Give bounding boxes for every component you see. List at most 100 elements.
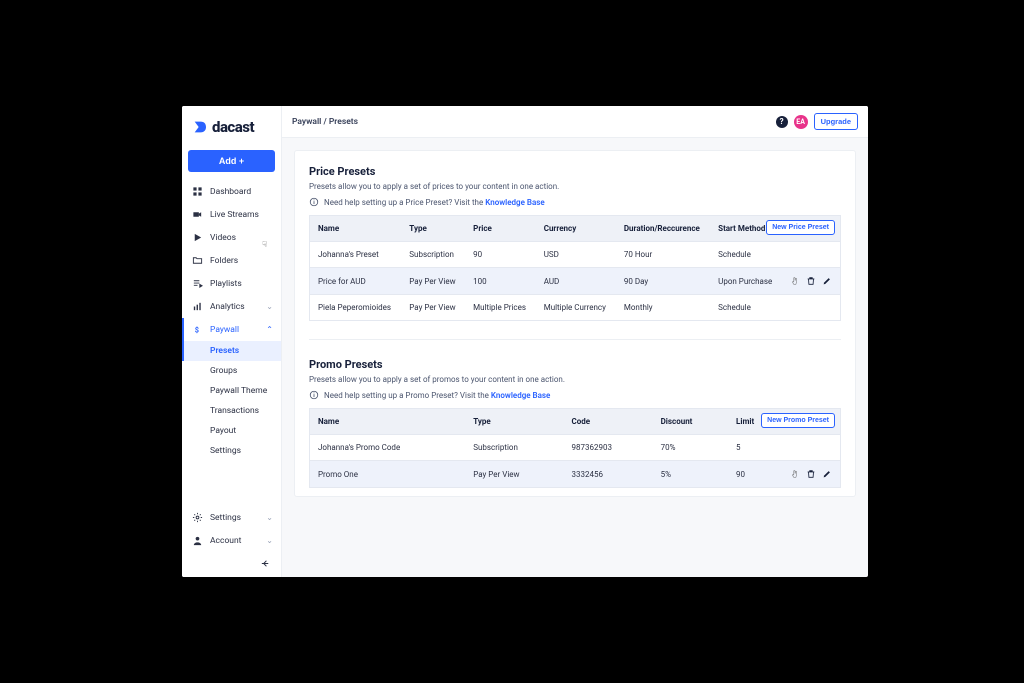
table-cell: Upon Purchase: [710, 268, 782, 295]
sidebar-item-label: Dashboard: [210, 187, 251, 197]
table-cell: USD: [536, 242, 616, 268]
sidebar-item-videos[interactable]: Videos ☟: [182, 226, 281, 249]
logo[interactable]: dacast: [182, 106, 281, 146]
sidebar-item-settings[interactable]: Settings ⌄: [182, 506, 281, 529]
table-cell: AUD: [536, 268, 616, 295]
avatar[interactable]: EA: [794, 115, 808, 129]
col-header: Discount: [653, 409, 728, 435]
chevron-down-icon: ⌄: [266, 513, 273, 522]
sidebar-collapse-button[interactable]: [182, 552, 281, 569]
submenu-payout[interactable]: Payout: [182, 421, 281, 441]
price-presets-section: Price Presets Presets allow you to apply…: [309, 165, 841, 321]
chevron-up-icon: ⌃: [266, 325, 273, 334]
section-divider: [309, 339, 841, 340]
col-header: Currency: [536, 216, 616, 242]
table-cell: Price for AUD: [310, 268, 402, 295]
arrow-left-icon: [260, 558, 271, 569]
price-kb-link[interactable]: Knowledge Base: [485, 198, 544, 207]
row-actions: [782, 435, 841, 461]
trash-icon[interactable]: [806, 469, 816, 479]
info-icon: [309, 197, 319, 207]
svg-text:$: $: [194, 325, 198, 334]
main-area: Paywall / Presets ? EA Upgrade Price Pre…: [282, 106, 868, 577]
table-row[interactable]: Johanna's PresetSubscription90USD70 Hour…: [310, 242, 841, 268]
row-actions: [782, 268, 841, 295]
table-cell: Subscription: [401, 242, 465, 268]
submenu-transactions[interactable]: Transactions: [182, 401, 281, 421]
table-cell: Multiple Prices: [465, 295, 536, 321]
table-row[interactable]: Johanna's Promo CodeSubscription98736290…: [310, 435, 841, 461]
row-actions: [782, 295, 841, 321]
app-window: dacast Add + Dashboard Live Streams Vide…: [182, 106, 868, 577]
playlist-icon: [190, 278, 204, 289]
promo-title: Promo Presets: [309, 358, 841, 371]
sidebar-item-livestreams[interactable]: Live Streams: [182, 203, 281, 226]
help-icon[interactable]: ?: [776, 116, 788, 128]
col-header: Name: [310, 409, 466, 435]
content: Price Presets Presets allow you to apply…: [282, 138, 868, 509]
sidebar-item-label: Videos: [210, 233, 236, 243]
sidebar-item-dashboard[interactable]: Dashboard: [182, 180, 281, 203]
edit-icon[interactable]: [822, 276, 832, 286]
table-cell: Johanna's Promo Code: [310, 435, 466, 461]
col-header: Type: [465, 409, 563, 435]
promo-presets-section: Promo Presets Presets allow you to apply…: [309, 358, 841, 488]
topbar: Paywall / Presets ? EA Upgrade: [282, 106, 868, 138]
price-desc: Presets allow you to apply a set of pric…: [309, 182, 841, 191]
new-promo-preset-button[interactable]: New Promo Preset: [761, 413, 835, 428]
sidebar-item-playlists[interactable]: Playlists: [182, 272, 281, 295]
table-cell: 90: [465, 242, 536, 268]
presets-card: Price Presets Presets allow you to apply…: [294, 150, 856, 497]
camera-icon: [190, 209, 204, 220]
promo-kb-link[interactable]: Knowledge Base: [491, 391, 550, 400]
trash-icon[interactable]: [806, 276, 816, 286]
sidebar-item-label: Analytics: [210, 302, 245, 312]
table-row[interactable]: Price for AUDPay Per View100AUD90 DayUpo…: [310, 268, 841, 295]
promo-table-wrap: New Promo Preset NameTypeCodeDiscountLim…: [309, 408, 841, 488]
nav-footer: Settings ⌄ Account ⌄: [182, 506, 281, 552]
table-cell: 70%: [653, 435, 728, 461]
submenu-groups[interactable]: Groups: [182, 361, 281, 381]
submenu-presets[interactable]: Presets: [182, 341, 281, 361]
table-cell: 100: [465, 268, 536, 295]
add-button[interactable]: Add +: [188, 150, 275, 172]
info-icon: [309, 390, 319, 400]
table-row[interactable]: Promo OnePay Per View33324565%90: [310, 461, 841, 488]
new-price-preset-button[interactable]: New Price Preset: [766, 220, 835, 235]
user-icon: [190, 535, 204, 546]
table-cell: Piela Peperomioides: [310, 295, 402, 321]
table-cell: 5%: [653, 461, 728, 488]
price-help-row: Need help setting up a Price Preset? Vis…: [309, 197, 841, 207]
sidebar-item-folders[interactable]: Folders: [182, 249, 281, 272]
edit-icon[interactable]: [822, 469, 832, 479]
folder-icon: [190, 255, 204, 266]
cursor-hand-icon: [790, 469, 800, 479]
submenu-settings[interactable]: Settings: [182, 441, 281, 461]
col-header: Duration/Reccurence: [616, 216, 710, 242]
table-cell: 987362903: [564, 435, 653, 461]
chevron-down-icon: ⌄: [266, 302, 273, 311]
table-cell: Johanna's Preset: [310, 242, 402, 268]
table-cell: Subscription: [465, 435, 563, 461]
sidebar-item-account[interactable]: Account ⌄: [182, 529, 281, 552]
table-cell: Promo One: [310, 461, 466, 488]
table-cell: 90: [728, 461, 782, 488]
cursor-hand-icon: [790, 276, 800, 286]
table-row[interactable]: Piela PeperomioidesPay Per ViewMultiple …: [310, 295, 841, 321]
play-icon: [190, 232, 204, 243]
gear-icon: [190, 512, 204, 523]
sidebar: dacast Add + Dashboard Live Streams Vide…: [182, 106, 282, 577]
sidebar-item-label: Live Streams: [210, 210, 259, 220]
table-cell: 90 Day: [616, 268, 710, 295]
table-cell: Pay Per View: [465, 461, 563, 488]
sidebar-item-analytics[interactable]: Analytics ⌄: [182, 295, 281, 318]
col-header: Name: [310, 216, 402, 242]
sidebar-item-paywall[interactable]: $ Paywall ⌃: [182, 318, 281, 341]
submenu-paywall-theme[interactable]: Paywall Theme: [182, 381, 281, 401]
upgrade-button[interactable]: Upgrade: [814, 113, 858, 130]
table-cell: Multiple Currency: [536, 295, 616, 321]
price-table: NameTypePriceCurrencyDuration/Reccurence…: [309, 215, 841, 321]
promo-help-text: Need help setting up a Promo Preset? Vis…: [324, 391, 489, 400]
price-table-wrap: New Price Preset NameTypePriceCurrencyDu…: [309, 215, 841, 321]
table-cell: 70 Hour: [616, 242, 710, 268]
